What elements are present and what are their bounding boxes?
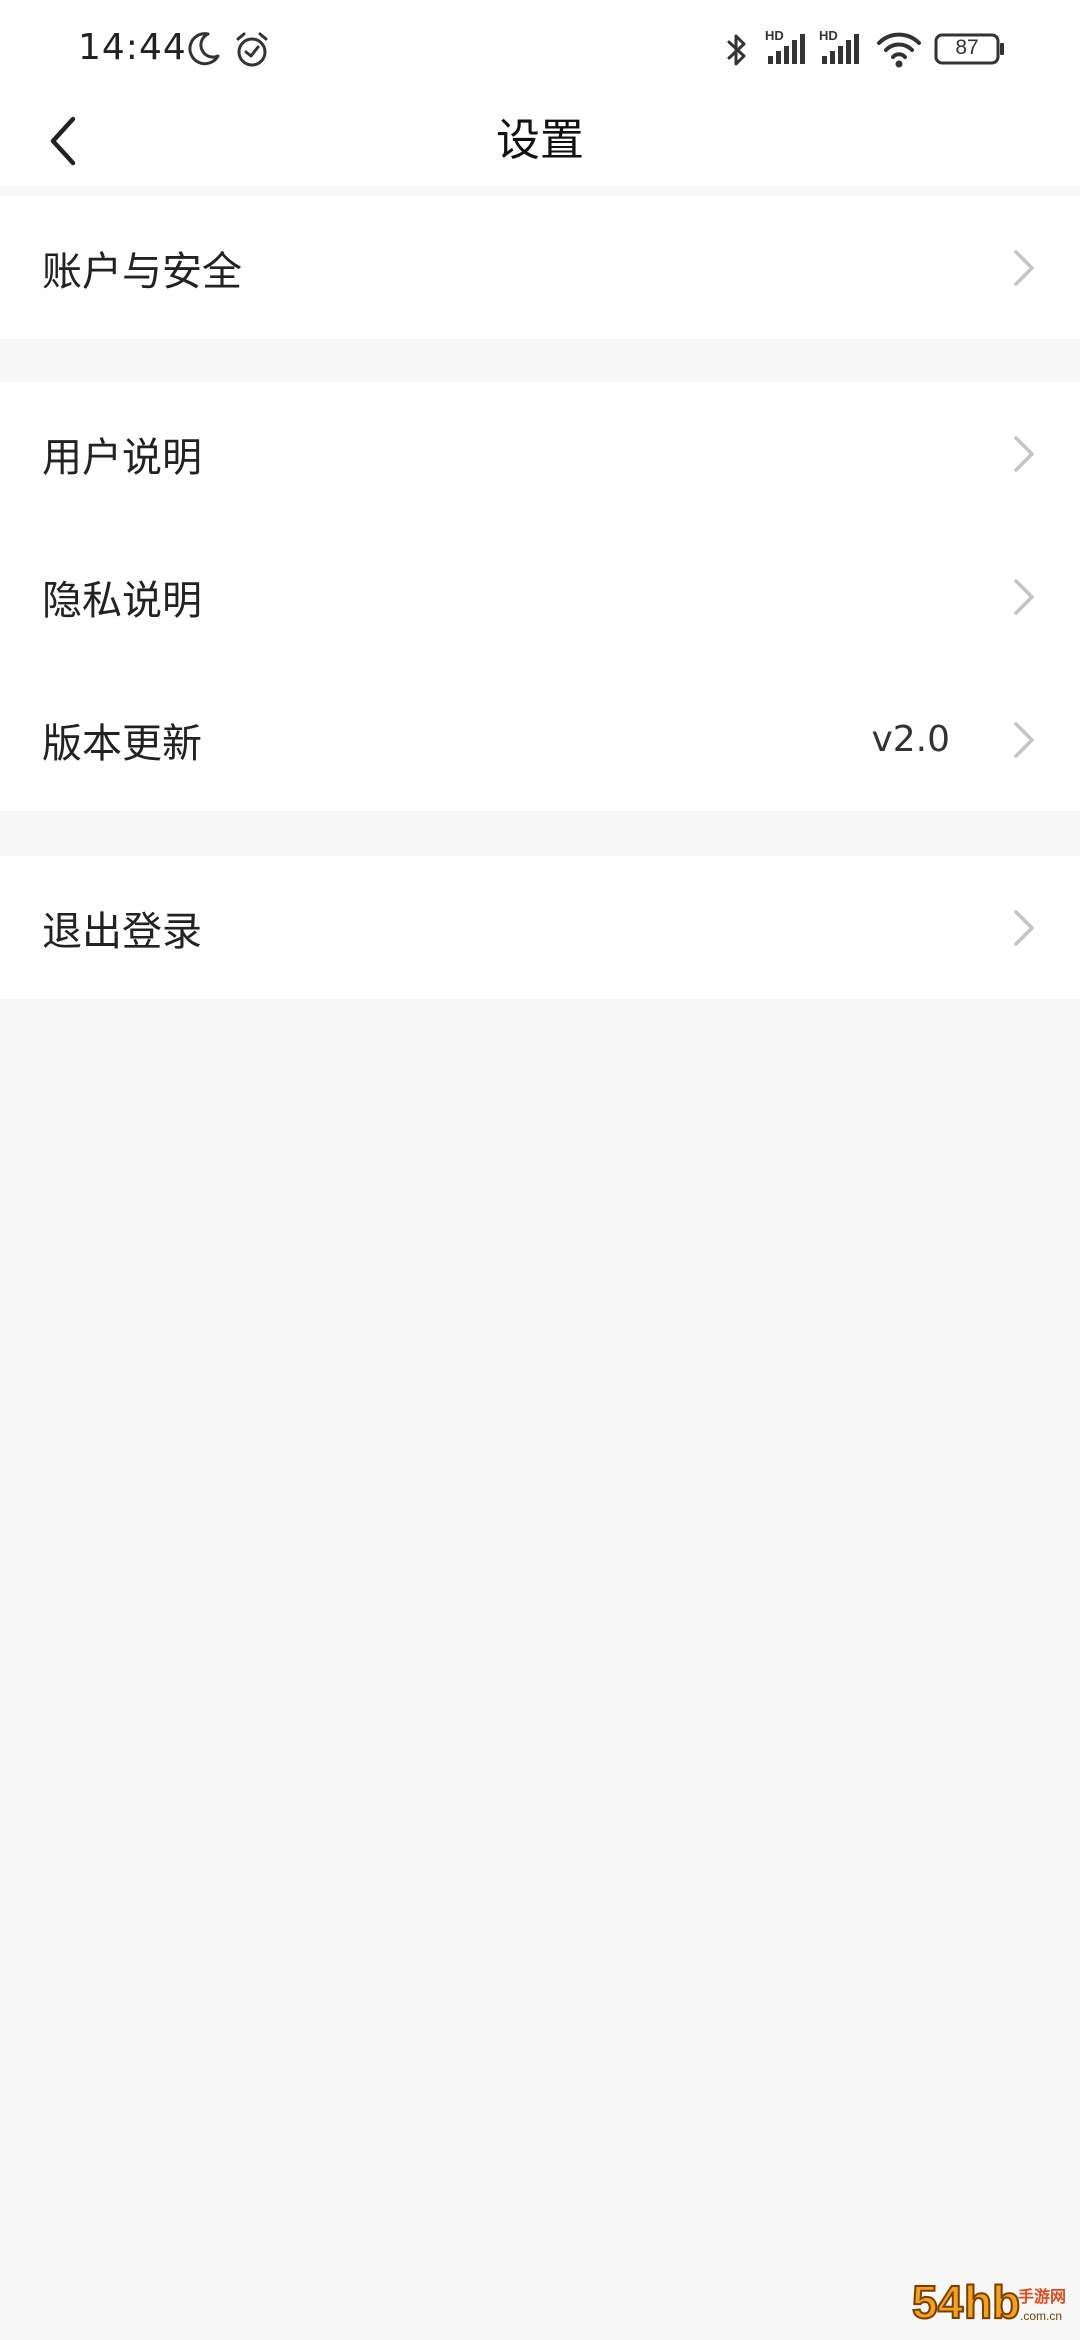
settings-item-label: 用户说明 [42, 434, 202, 481]
settings-item-version-update[interactable]: 版本更新 v2.0 [0, 668, 1080, 811]
status-time: 14:44 [78, 27, 187, 68]
settings-item-label: 版本更新 [42, 720, 202, 767]
version-value: v2.0 [871, 719, 950, 760]
nav-bar: 设置 [0, 96, 1080, 186]
page-title: 设置 [496, 115, 584, 166]
settings-item-label: 退出登录 [42, 908, 202, 955]
settings-group-logout: 退出登录 [0, 856, 1080, 999]
chevron-right-icon [1010, 432, 1038, 476]
chevron-right-icon [1010, 718, 1038, 762]
svg-text:54: 54 [912, 2276, 964, 2328]
settings-screen: 14:44 HD HD 87 设置 账户与安全 用户说明 隐私说明 版本更新 v… [0, 0, 1080, 2340]
settings-group-account: 账户与安全 [0, 196, 1080, 339]
wifi-icon [876, 30, 922, 74]
settings-item-user-guide[interactable]: 用户说明 [0, 382, 1080, 525]
svg-text:.com.cn: .com.cn [1020, 2309, 1062, 2323]
settings-item-privacy[interactable]: 隐私说明 [0, 525, 1080, 668]
settings-item-logout[interactable]: 退出登录 [0, 856, 1080, 999]
chevron-right-icon [1010, 906, 1038, 950]
settings-item-label: 账户与安全 [42, 248, 242, 295]
signal-hd-icon: HD [818, 26, 864, 70]
svg-text:手游网: 手游网 [1018, 2287, 1066, 2306]
svg-text:HD: HD [765, 28, 784, 43]
battery-level: 87 [955, 36, 979, 59]
settings-item-account-security[interactable]: 账户与安全 [0, 196, 1080, 339]
watermark-logo: 54 hb 手游网 .com.cn [910, 2272, 1070, 2332]
chevron-right-icon [1010, 246, 1038, 290]
svg-text:hb: hb [964, 2276, 1020, 2328]
signal-hd-icon: HD [764, 26, 810, 70]
battery-icon: 87 [934, 32, 1006, 70]
bluetooth-icon [722, 30, 752, 74]
alarm-icon [232, 30, 272, 74]
svg-text:HD: HD [819, 28, 838, 43]
chevron-right-icon [1010, 575, 1038, 619]
moon-icon [184, 30, 222, 72]
settings-group-info: 用户说明 隐私说明 版本更新 v2.0 [0, 382, 1080, 811]
settings-item-label: 隐私说明 [42, 577, 202, 624]
status-bar: 14:44 HD HD 87 [0, 0, 1080, 96]
